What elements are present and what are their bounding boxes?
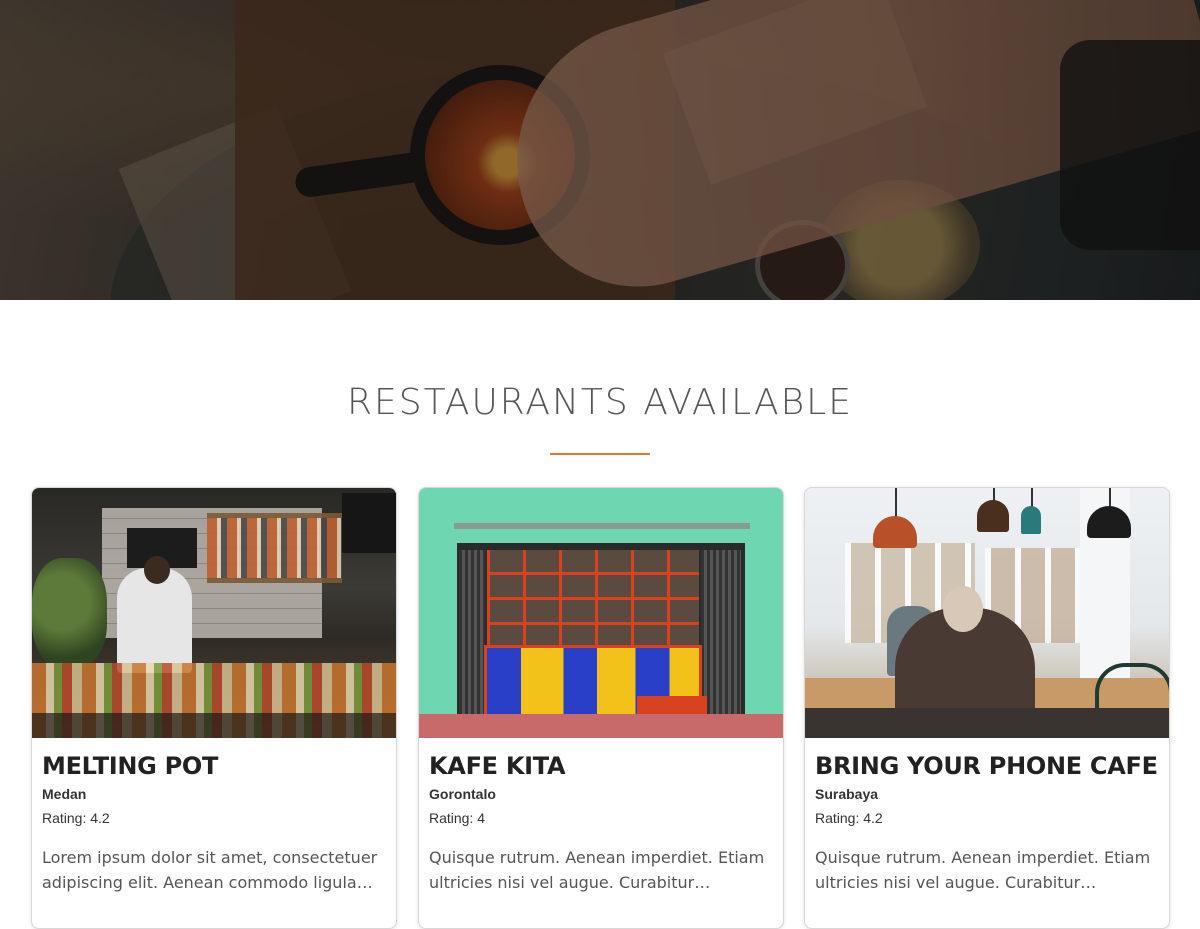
restaurant-photo[interactable] xyxy=(805,488,1169,738)
restaurant-description: Quisque rutrum. Aenean imperdiet. Etiam … xyxy=(429,848,765,892)
restaurant-name[interactable]: KAFE KITA xyxy=(429,750,773,782)
restaurant-photo[interactable] xyxy=(419,488,783,738)
restaurant-city: Medan xyxy=(42,786,87,802)
restaurant-description: Quisque rutrum. Aenean imperdiet. Etiam … xyxy=(815,848,1151,892)
restaurant-description: Lorem ipsum dolor sit amet, consectetuer… xyxy=(42,848,378,892)
restaurant-photo[interactable] xyxy=(32,488,396,738)
restaurant-rating: Rating: 4.2 xyxy=(42,810,110,826)
restaurant-card[interactable]: BRING YOUR PHONE CAFE Surabaya Rating: 4… xyxy=(804,487,1170,929)
title-divider xyxy=(550,453,650,455)
restaurant-card[interactable]: KAFE KITA Gorontalo Rating: 4 Quisque ru… xyxy=(418,487,784,929)
restaurant-card[interactable]: MELTING POT Medan Rating: 4.2 Lorem ipsu… xyxy=(31,487,397,929)
restaurant-city: Gorontalo xyxy=(429,786,496,802)
restaurant-name[interactable]: MELTING POT xyxy=(42,750,386,782)
restaurant-city: Surabaya xyxy=(815,786,879,802)
section-title: RESTAURANTS AVAILABLE xyxy=(347,382,853,423)
restaurant-rating: Rating: 4 xyxy=(429,810,486,826)
hero-image xyxy=(0,0,1200,300)
restaurant-rating: Rating: 4.2 xyxy=(815,810,883,826)
restaurant-name[interactable]: BRING YOUR PHONE CAFE xyxy=(815,750,1159,782)
